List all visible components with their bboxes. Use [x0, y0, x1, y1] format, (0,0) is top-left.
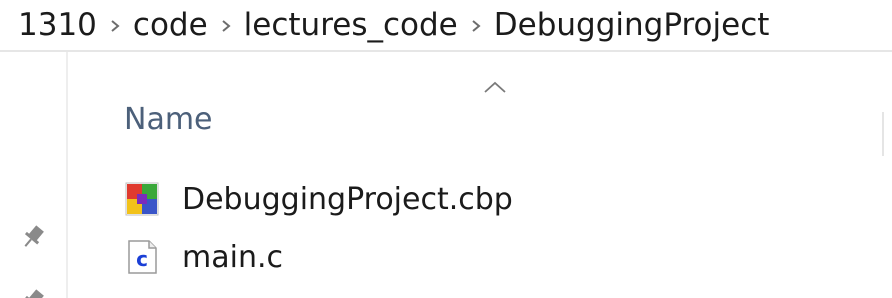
file-explorer-window: 1310 code lectures_code DebuggingProject [0, 0, 892, 298]
codeblocks-project-icon [125, 182, 159, 216]
c-source-file-icon: c [128, 240, 157, 274]
pin-icon[interactable] [18, 286, 48, 298]
sort-ascending-icon [484, 81, 506, 93]
navigation-pane [0, 52, 68, 298]
breadcrumb-item-lectures-code[interactable]: lectures_code [242, 9, 460, 41]
list-item[interactable]: DebuggingProject.cbp [70, 170, 892, 228]
pin-icon[interactable] [18, 222, 48, 252]
file-name[interactable]: main.c [182, 240, 283, 275]
breadcrumb-item-1310[interactable]: 1310 [0, 9, 99, 41]
file-list: DebuggingProject.cbp c main.c [70, 170, 892, 286]
svg-text:c: c [136, 247, 148, 271]
column-divider[interactable] [882, 112, 884, 156]
column-header-name[interactable]: Name [124, 102, 213, 137]
breadcrumb-item-debuggingproject[interactable]: DebuggingProject [492, 9, 772, 41]
chevron-right-icon[interactable] [210, 16, 242, 35]
chevron-right-icon[interactable] [460, 16, 492, 35]
breadcrumb: 1310 code lectures_code DebuggingProject [0, 0, 892, 52]
chevron-right-icon[interactable] [99, 16, 131, 35]
list-item[interactable]: c main.c [70, 228, 892, 286]
column-header-row: Name [70, 52, 892, 156]
file-name[interactable]: DebuggingProject.cbp [182, 182, 513, 217]
breadcrumb-item-code[interactable]: code [131, 9, 210, 41]
